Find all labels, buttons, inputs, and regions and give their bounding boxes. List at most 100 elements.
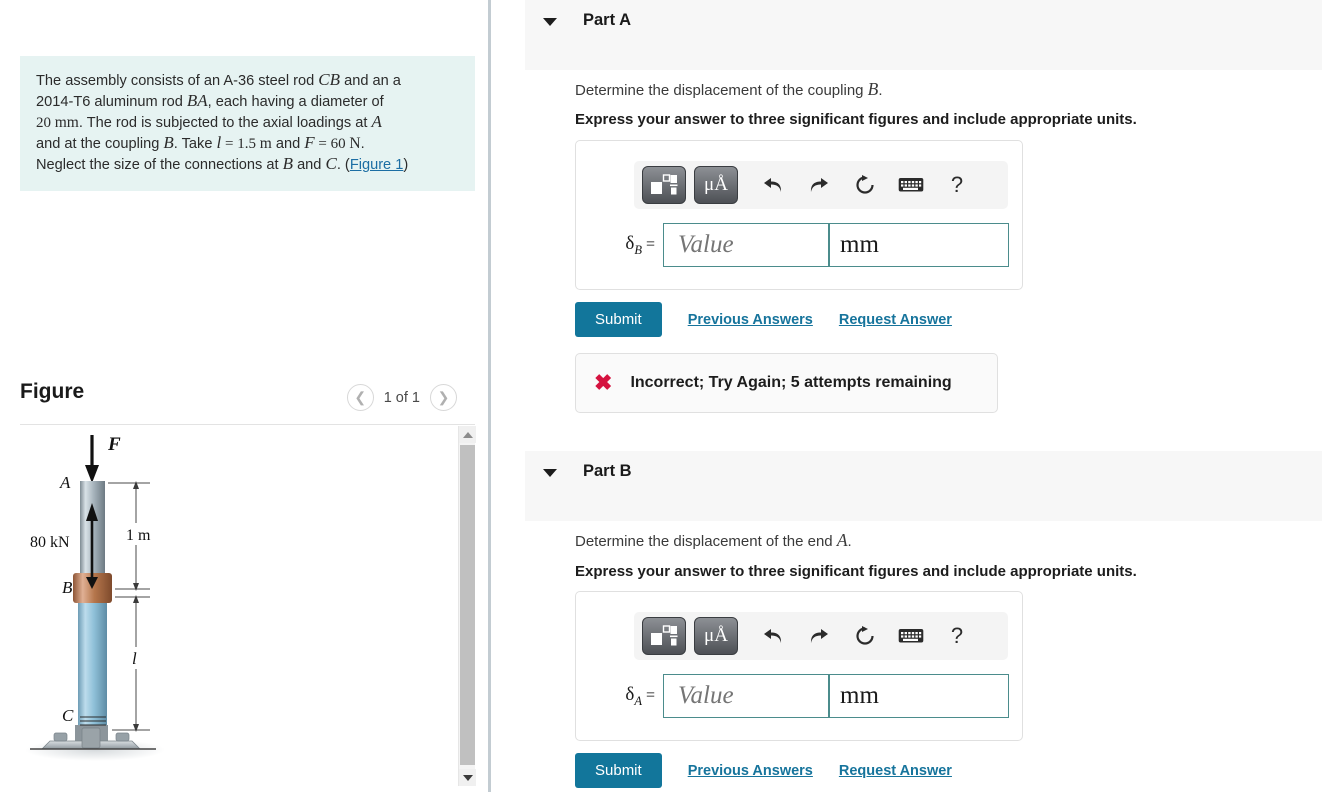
part-a-prompt-text: Determine the displacement of the coupli… xyxy=(575,82,868,99)
part-a-label: Part A xyxy=(583,11,631,29)
part-b-toolbar: μÅ ? xyxy=(634,612,1008,660)
question-text-line2: 2014-T6 aluminum rod xyxy=(36,94,187,110)
part-b-prompt-text: Determine the displacement of the end xyxy=(575,533,837,550)
scroll-up-arrow-icon[interactable] xyxy=(459,426,476,443)
part-a-submit-row: Submit Previous Answers Request Answer xyxy=(575,302,952,337)
part-a-unit-input[interactable] xyxy=(829,223,1010,267)
caret-down-icon[interactable] xyxy=(543,18,557,26)
math-template-icon[interactable] xyxy=(642,166,686,204)
help-icon[interactable]: ? xyxy=(934,166,980,204)
keyboard-icon[interactable] xyxy=(888,166,934,204)
mu-angstrom-units-icon[interactable]: μÅ xyxy=(694,617,738,655)
math-template-icon[interactable] xyxy=(642,617,686,655)
point-a-symbol: A xyxy=(371,112,382,131)
reset-glyph xyxy=(856,175,874,194)
point-b-symbol-2: B xyxy=(282,154,294,173)
rod-cb-symbol: CB xyxy=(318,70,341,89)
label-load: 80 kN xyxy=(30,534,70,551)
part-b-value-input[interactable] xyxy=(663,674,830,718)
label-dim-upper: 1 m xyxy=(126,527,151,544)
part-a-prompt: Determine the displacement of the coupli… xyxy=(575,79,883,100)
take-text: . Take xyxy=(173,136,217,152)
question-statement: The assembly consists of an A-36 steel r… xyxy=(20,56,475,191)
figure-title: Figure xyxy=(20,380,85,403)
figure-navigation: ❮ 1 of 1 ❯ xyxy=(346,384,457,411)
part-a-delta-label: δB xyxy=(594,233,642,258)
right-panel: Part A Determine the displacement of the… xyxy=(491,0,1322,792)
diameter-value: 20 xyxy=(36,115,55,131)
n-unit: N xyxy=(349,135,361,152)
rod-ba-symbol: BA xyxy=(186,91,208,110)
point-b-symbol: B xyxy=(163,133,174,152)
part-a-submit-button[interactable]: Submit xyxy=(575,302,662,337)
question-text-line1-cont: and an a xyxy=(340,73,401,89)
chevron-right-icon[interactable]: ❯ xyxy=(430,384,457,411)
undo-glyph xyxy=(764,629,782,643)
math-template-glyph xyxy=(651,174,678,195)
part-b-answer-card: μÅ ? δA = Value mm xyxy=(575,591,1023,741)
part-b-request-answer-link[interactable]: Request Answer xyxy=(839,763,952,779)
help-icon[interactable]: ? xyxy=(934,617,980,655)
equals-sign: = xyxy=(646,687,656,704)
point-c-symbol: C xyxy=(325,154,337,173)
label-c: C xyxy=(62,706,74,725)
reset-icon[interactable] xyxy=(842,166,888,204)
part-a-header[interactable]: Part A xyxy=(525,0,1322,70)
undo-icon[interactable] xyxy=(750,617,796,655)
scroll-down-arrow-icon[interactable] xyxy=(459,769,476,786)
label-a: A xyxy=(59,473,71,492)
keyboard-glyph xyxy=(898,178,924,192)
part-b-submit-row: Submit Previous Answers Request Answer xyxy=(575,753,952,788)
period-1: . xyxy=(360,136,365,152)
part-b-header[interactable]: Part B xyxy=(525,451,1322,521)
part-b-prompt: Determine the displacement of the end A. xyxy=(575,530,852,551)
figure-scrollbar[interactable] xyxy=(458,426,476,786)
chevron-left-icon[interactable]: ❮ xyxy=(346,384,374,411)
figure-counter: 1 of 1 xyxy=(383,389,420,406)
part-b-previous-answers-link[interactable]: Previous Answers xyxy=(688,763,813,779)
question-text-line5: Neglect the size of the connections at xyxy=(36,157,283,173)
part-a-prompt-symbol: B xyxy=(867,79,879,99)
keyboard-icon[interactable] xyxy=(888,617,934,655)
undo-glyph xyxy=(764,178,782,192)
part-a-value-input[interactable] xyxy=(663,223,830,267)
assembly-diagram-svg: F A B C 80 kN 1 m l xyxy=(25,434,165,761)
part-b-prompt-period: . xyxy=(847,533,852,550)
delta-subscript: A xyxy=(634,693,642,708)
figure-1-link[interactable]: Figure 1 xyxy=(350,157,404,173)
force-symbol: F xyxy=(304,133,315,152)
mm-unit: mm xyxy=(54,114,79,131)
scrollbar-thumb[interactable] xyxy=(460,445,475,765)
question-text-line1: The assembly consists of an A-36 steel r… xyxy=(36,73,319,89)
caret-down-icon[interactable] xyxy=(543,469,557,477)
redo-icon[interactable] xyxy=(796,166,842,204)
and-text: and xyxy=(271,136,305,152)
part-a-answer-row: δB = xyxy=(594,223,1010,267)
reset-icon[interactable] xyxy=(842,617,888,655)
keyboard-glyph xyxy=(898,629,924,643)
part-a-previous-answers-link[interactable]: Previous Answers xyxy=(688,312,813,328)
part-a-prompt-period: . xyxy=(878,82,883,99)
part-a-request-answer-link[interactable]: Request Answer xyxy=(839,312,952,328)
reset-glyph xyxy=(856,626,874,645)
length-value: = 1.5 xyxy=(221,136,260,152)
part-b-prompt-symbol: A xyxy=(836,530,848,550)
redo-glyph xyxy=(810,178,828,192)
part-a-feedback-text: Incorrect; Try Again; 5 attempts remaini… xyxy=(630,374,952,391)
part-b-submit-button[interactable]: Submit xyxy=(575,753,662,788)
force-value: = 60 xyxy=(314,136,350,152)
equals-sign: = xyxy=(646,236,656,253)
part-b-unit-input[interactable] xyxy=(829,674,1010,718)
paren-close: ) xyxy=(403,157,409,173)
x-mark-icon: ✖ xyxy=(594,370,613,395)
help-question-mark: ? xyxy=(950,623,964,648)
mu-angstrom-units-icon[interactable]: μÅ xyxy=(694,166,738,204)
redo-icon[interactable] xyxy=(796,617,842,655)
part-b-answer-row: δA = xyxy=(594,674,1010,718)
undo-icon[interactable] xyxy=(750,166,796,204)
part-a-instruction: Express your answer to three significant… xyxy=(575,111,1137,128)
figure-panel: F A B C 80 kN 1 m l xyxy=(20,424,476,787)
part-a-answer-card: μÅ ? δB = Value mm xyxy=(575,140,1023,290)
paren-open: . ( xyxy=(336,157,350,173)
figure-diagram[interactable]: F A B C 80 kN 1 m l xyxy=(20,425,452,787)
